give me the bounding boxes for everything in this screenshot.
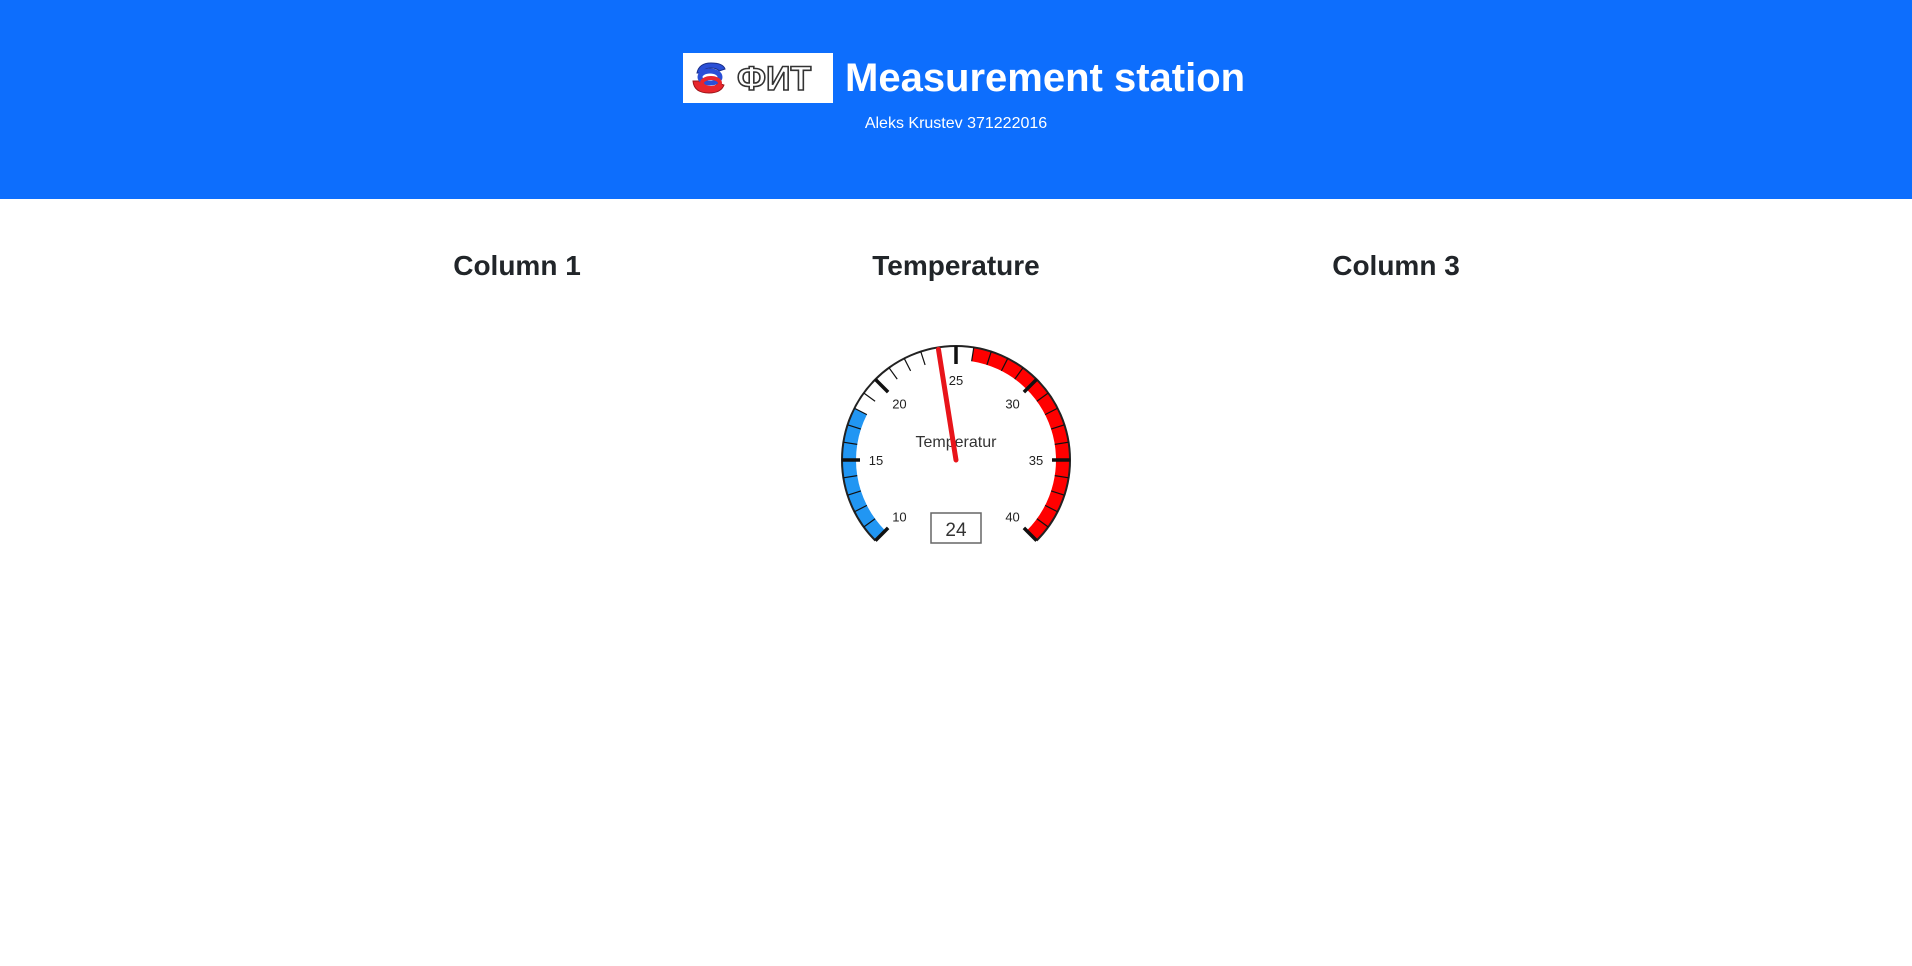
page-subtitle: Aleks Krustev 371222016	[864, 115, 1048, 132]
fit-logo-icon: ФИТ	[692, 59, 812, 99]
temperature-gauge: 10 15 20 25 30 35 40 Temperatur 24	[820, 320, 1092, 560]
gauge-tick-label: 25	[949, 373, 963, 388]
gauge-tick-label: 30	[1005, 396, 1019, 411]
gauge-cold-band	[842, 408, 886, 541]
gauge-minor-tick	[863, 392, 876, 402]
gauge-minor-tick	[920, 351, 926, 366]
gauge-major-tick	[874, 378, 890, 394]
gauge-tick-label: 10	[892, 510, 906, 525]
column-3-heading: Column 3	[1332, 250, 1460, 281]
page-header: ФИТ Measurement station Aleks Krustev 37…	[0, 0, 1912, 199]
logo-text: ФИТ	[737, 60, 811, 98]
gauge-tick-label: 15	[869, 453, 883, 468]
gauge-minor-tick	[888, 367, 898, 380]
gauge-svg: 10152025303540 Temperatur 24	[841, 345, 1071, 544]
gauge-value-readout: 24	[945, 520, 967, 541]
gauge-tick-label: 20	[892, 396, 906, 411]
gauge-minor-tick	[903, 358, 912, 372]
title-row: ФИТ Measurement station	[683, 53, 1245, 103]
gauge-tick-label: 40	[1005, 510, 1019, 525]
gauge-tick-label: 35	[1029, 453, 1043, 468]
page-title: Measurement station	[845, 56, 1246, 100]
fit-logo: ФИТ	[683, 53, 833, 103]
temperature-heading: Temperature	[872, 250, 1040, 281]
column-1-heading: Column 1	[453, 250, 581, 281]
